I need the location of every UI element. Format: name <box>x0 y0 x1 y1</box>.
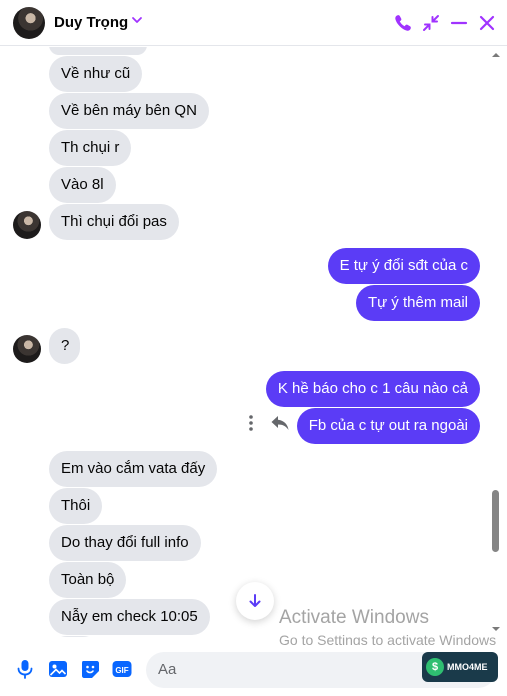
jump-to-latest-button[interactable] <box>236 582 274 620</box>
svg-text:GIF: GIF <box>115 666 128 675</box>
activate-windows-title: Activate Windows <box>279 607 429 628</box>
message-bubble-partial <box>49 47 147 55</box>
minimize-arrows-icon[interactable] <box>421 13 441 33</box>
message-bubble[interactable]: Nẫy em check 10:05 <box>49 599 210 635</box>
sender-avatar[interactable] <box>13 335 41 363</box>
sender-avatar[interactable] <box>13 211 41 239</box>
minus-icon[interactable] <box>449 13 469 33</box>
message-bubble[interactable]: Thôi <box>49 488 103 524</box>
message-input-placeholder: Aa <box>158 661 177 678</box>
chevron-down-icon[interactable] <box>131 14 143 26</box>
mmo4me-badge: $ MMO4ME <box>422 652 498 682</box>
message-bubble[interactable]: Thì chụi đổi pas <box>49 204 179 240</box>
coin-icon: $ <box>426 658 444 676</box>
gif-icon[interactable]: GIF <box>111 658 133 680</box>
message-bubble[interactable]: Toàn bộ <box>49 562 127 598</box>
message-bubble[interactable]: E tự ý đổi sđt của c <box>327 248 480 284</box>
contact-name[interactable]: Duy Trọng <box>54 14 128 31</box>
reply-icon[interactable] <box>270 414 290 432</box>
arrow-down-icon <box>249 594 261 607</box>
chat-header: Duy Trọng <box>0 0 507 46</box>
message-bubble[interactable]: Fb của c tự out ra ngoài <box>296 408 480 444</box>
message-bubble[interactable]: Tự ý thêm mail <box>355 285 480 321</box>
more-options-icon[interactable] <box>244 414 258 432</box>
message-bubble-partial <box>49 636 101 637</box>
message-bubble[interactable]: Do thay đổi full info <box>49 525 201 561</box>
message-bubble[interactable]: Th chụi r <box>49 130 132 166</box>
message-bubble[interactable]: Về bên máy bên QN <box>49 93 209 129</box>
contact-avatar[interactable] <box>13 7 45 39</box>
scroll-up-arrow-icon[interactable] <box>490 50 502 60</box>
message-bubble[interactable]: Em vào cắm vata đấy <box>49 451 218 487</box>
message-bubble[interactable]: K hề báo cho c 1 câu nào cả <box>265 371 480 407</box>
scrollbar-thumb[interactable] <box>492 490 499 552</box>
phone-icon[interactable] <box>393 13 413 33</box>
image-icon[interactable] <box>47 658 69 680</box>
message-bubble[interactable]: Vào 8l <box>49 167 116 203</box>
microphone-icon[interactable] <box>14 658 36 680</box>
message-bubble[interactable]: Về như cũ <box>49 56 143 92</box>
close-icon[interactable] <box>477 13 497 33</box>
mmo4me-badge-label: MMO4ME <box>447 662 488 672</box>
sticker-icon[interactable] <box>79 658 101 680</box>
message-bubble[interactable]: ? <box>49 328 80 364</box>
message-list[interactable]: Về như cũ Về bên máy bên QN Th chụi r Và… <box>0 47 507 637</box>
